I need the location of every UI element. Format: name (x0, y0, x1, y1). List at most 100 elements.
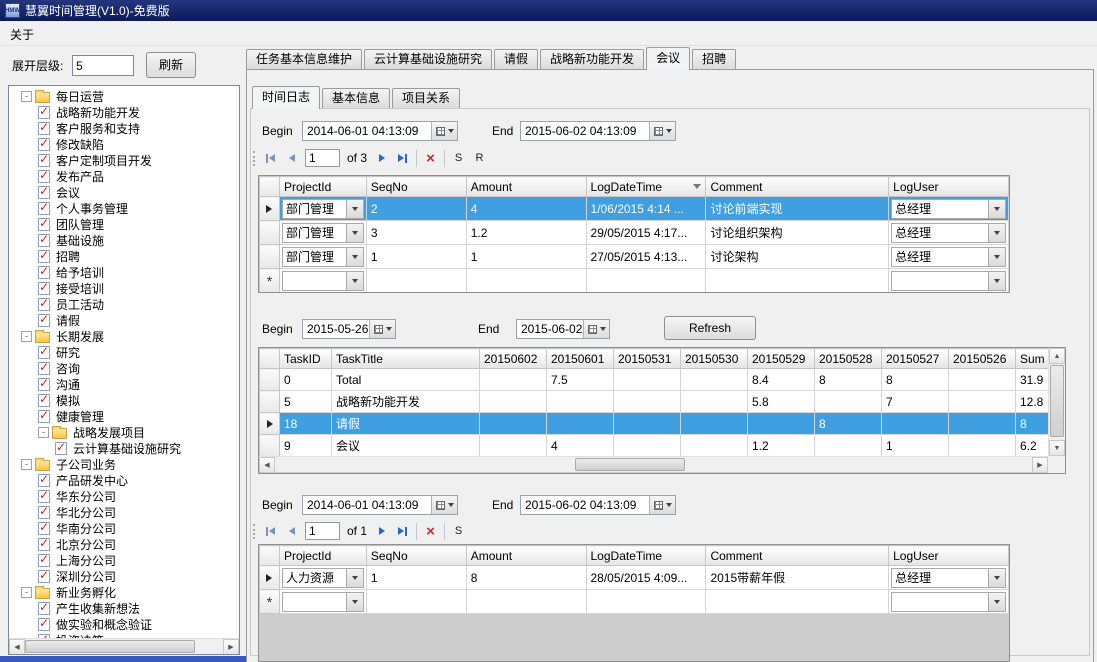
grid-cell[interactable]: 4 (547, 435, 614, 457)
combobox-dropdown-button[interactable] (346, 569, 363, 587)
tree-item[interactable]: 战略新功能开发 (9, 104, 239, 120)
tree-item[interactable]: 客户定制项目开发 (9, 152, 239, 168)
combobox-dropdown-button[interactable] (346, 200, 363, 218)
grid-cell[interactable]: 总经理 (889, 221, 1009, 245)
grid-cell[interactable]: 8 (815, 413, 882, 435)
grid-cell[interactable]: 部门管理 (279, 221, 366, 245)
collapse-icon[interactable]: - (38, 427, 49, 438)
grid-cell[interactable]: 部门管理 (279, 197, 366, 221)
tree-item[interactable]: 咨询 (9, 360, 239, 376)
grid-row[interactable]: 部门管理1127/05/2015 4:13...讨论架构总经理 (260, 245, 1009, 269)
tree-item[interactable]: 给予培训 (9, 264, 239, 280)
cell-combobox[interactable]: 部门管理 (282, 199, 364, 219)
task-tab-2[interactable]: 请假 (494, 49, 538, 69)
delete-button[interactable]: × (420, 148, 441, 168)
tree-item[interactable]: 华南分公司 (9, 520, 239, 536)
scroll-down-icon[interactable]: ▼ (1049, 440, 1065, 456)
tree-item[interactable]: 招聘 (9, 248, 239, 264)
column-header[interactable]: LogDateTime (586, 177, 706, 197)
grid-row[interactable]: 部门管理241/06/2015 4:14 ...讨论前端实现总经理 (260, 197, 1009, 221)
cell-combobox[interactable] (282, 592, 364, 612)
column-header[interactable]: 20150531 (614, 349, 681, 369)
grid-row[interactable]: * (260, 269, 1009, 293)
summary-end-datepicker[interactable]: 2015-06-02 (516, 319, 610, 339)
grid-cell[interactable] (706, 269, 889, 293)
grid-cell[interactable]: 8 (815, 369, 882, 391)
grid-cell[interactable]: 8 (882, 369, 949, 391)
grid-cell[interactable] (889, 590, 1009, 614)
column-header[interactable]: 20150526 (949, 349, 1016, 369)
task-tab-4[interactable]: 会议 (646, 47, 690, 70)
grid-cell[interactable]: 5 (280, 391, 332, 413)
grid-cell[interactable] (748, 413, 815, 435)
top-begin-datepicker[interactable]: 2014-06-01 04:13:09 (302, 121, 458, 141)
grid-cell[interactable]: 6.2 (1016, 435, 1050, 457)
tree-item[interactable]: 模拟 (9, 392, 239, 408)
row-selector-cell[interactable] (260, 245, 280, 269)
move-previous-button[interactable] (281, 148, 302, 168)
grid-cell[interactable] (466, 590, 586, 614)
grid-cell[interactable] (949, 435, 1016, 457)
menu-about[interactable]: 关于 (0, 21, 44, 45)
tree-item[interactable]: 产品研发中心 (9, 472, 239, 488)
grid-cell[interactable] (547, 391, 614, 413)
column-header[interactable]: 20150529 (748, 349, 815, 369)
move-first-button[interactable] (260, 521, 281, 541)
combobox-dropdown-button[interactable] (988, 569, 1005, 587)
column-header[interactable]: SeqNo (366, 177, 466, 197)
column-header[interactable]: 20150528 (815, 349, 882, 369)
scroll-track[interactable] (275, 457, 1032, 472)
column-header[interactable]: TaskTitle (332, 349, 480, 369)
row-selector-cell[interactable] (260, 566, 280, 590)
grid-cell[interactable]: 1.2 (748, 435, 815, 457)
cell-combobox[interactable] (282, 271, 364, 291)
row-selector-cell[interactable] (260, 221, 280, 245)
grid-cell[interactable] (681, 369, 748, 391)
combobox-dropdown-button[interactable] (346, 224, 363, 242)
calendar-dropdown-button[interactable] (649, 122, 675, 140)
scroll-thumb[interactable] (25, 640, 195, 653)
grid-cell[interactable] (586, 269, 706, 293)
column-header[interactable]: 20150602 (480, 349, 547, 369)
grid-cell[interactable]: 29/05/2015 4:17... (586, 221, 706, 245)
grid-cell[interactable] (547, 413, 614, 435)
grid-cell[interactable]: 2 (366, 197, 466, 221)
grid-cell[interactable]: 18 (280, 413, 332, 435)
grid-cell[interactable]: 总经理 (889, 245, 1009, 269)
grid-cell[interactable] (889, 269, 1009, 293)
grid-cell[interactable] (279, 590, 366, 614)
tree-item[interactable]: -新业务孵化 (9, 584, 239, 600)
grid-row[interactable]: 人力资源1828/05/2015 4:09...2015带薪年假总经理 (260, 566, 1009, 590)
grid-cell[interactable]: 战略新功能开发 (332, 391, 480, 413)
cell-combobox[interactable] (891, 592, 1006, 612)
grid-cell[interactable] (882, 413, 949, 435)
column-header[interactable]: TaskID (280, 349, 332, 369)
tree-item[interactable]: 上海分公司 (9, 552, 239, 568)
column-header[interactable]: ProjectId (279, 177, 366, 197)
tree-item[interactable]: 个人事务管理 (9, 200, 239, 216)
row-selector-cell[interactable] (260, 369, 280, 391)
grid-cell[interactable]: 会议 (332, 435, 480, 457)
grid-row[interactable]: 0Total7.58.48831.9 (260, 369, 1050, 391)
grid-cell[interactable]: 12.8 (1016, 391, 1050, 413)
cell-combobox[interactable]: 总经理 (891, 223, 1006, 243)
grid-cell[interactable] (614, 369, 681, 391)
column-header[interactable]: LogUser (889, 546, 1009, 566)
delete-button[interactable]: × (420, 521, 441, 541)
task-tab-0[interactable]: 任务基本信息维护 (246, 49, 362, 69)
collapse-icon[interactable]: - (21, 331, 32, 342)
grid-cell[interactable] (815, 435, 882, 457)
move-first-button[interactable] (260, 148, 281, 168)
grid-cell[interactable]: 总经理 (889, 197, 1009, 221)
tree-item[interactable]: 基础设施 (9, 232, 239, 248)
summary-begin-datepicker[interactable]: 2015-05-26 (302, 319, 396, 339)
scroll-track[interactable] (1049, 364, 1065, 440)
grid-cell[interactable]: 8 (466, 566, 586, 590)
cell-combobox[interactable]: 总经理 (891, 199, 1006, 219)
grid-row[interactable]: 9会议41.216.2 (260, 435, 1050, 457)
grid-cell[interactable]: 1.2 (466, 221, 586, 245)
grid-cell[interactable] (614, 435, 681, 457)
grid-cell[interactable] (949, 369, 1016, 391)
grid-cell[interactable]: 28/05/2015 4:09... (586, 566, 706, 590)
scroll-left-icon[interactable]: ◀ (259, 457, 275, 473)
